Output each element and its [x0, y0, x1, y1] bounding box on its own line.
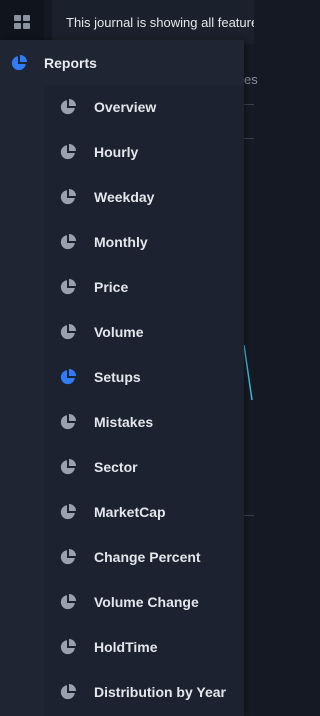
pie-chart-icon	[59, 593, 77, 611]
menu-item-change-percent[interactable]: Change Percent	[44, 535, 244, 580]
background-divider	[244, 515, 254, 516]
menu-item-label: Price	[94, 279, 129, 295]
menu-item-mistakes[interactable]: Mistakes	[44, 400, 244, 445]
menu-item-label: Volume	[94, 324, 144, 340]
menu-item-label: Volume Change	[94, 594, 199, 610]
journal-banner-text: This journal is showing all features	[66, 14, 254, 30]
background-text-fragment: es	[244, 72, 258, 87]
menu-item-setups[interactable]: Setups	[44, 355, 244, 400]
journal-banner: This journal is showing all features	[52, 0, 254, 44]
menu-item-volume-change[interactable]: Volume Change	[44, 580, 244, 625]
pie-chart-icon	[59, 143, 77, 161]
pie-chart-icon	[59, 323, 77, 341]
reports-menu-header[interactable]: Reports	[0, 40, 244, 85]
menu-item-label: Setups	[94, 369, 141, 385]
pie-chart-icon	[59, 188, 77, 206]
dashboard-rail-button[interactable]	[0, 0, 44, 44]
menu-item-distribution-by-year[interactable]: Distribution by Year	[44, 670, 244, 715]
background-divider	[244, 104, 254, 105]
menu-item-label: Sector	[94, 459, 138, 475]
menu-item-holdtime[interactable]: HoldTime	[44, 625, 244, 670]
menu-item-weekday[interactable]: Weekday	[44, 175, 244, 220]
menu-item-volume[interactable]: Volume	[44, 310, 244, 355]
menu-item-marketcap[interactable]: MarketCap	[44, 490, 244, 535]
pie-chart-icon	[59, 683, 77, 701]
pie-chart-icon	[59, 548, 77, 566]
pie-chart-icon	[59, 503, 77, 521]
menu-item-label: HoldTime	[94, 639, 158, 655]
reports-flyout-menu: Reports Overview Hourly Weekday Monthly Pric…	[0, 40, 244, 716]
menu-item-overview[interactable]: Overview	[44, 85, 244, 130]
pie-chart-icon	[59, 98, 77, 116]
menu-item-hourly[interactable]: Hourly	[44, 130, 244, 175]
menu-item-label: Weekday	[94, 189, 155, 205]
reports-menu-title: Reports	[44, 55, 97, 71]
menu-item-label: Overview	[94, 99, 157, 115]
menu-item-monthly[interactable]: Monthly	[44, 220, 244, 265]
menu-item-label: Change Percent	[94, 549, 201, 565]
menu-item-label: Distribution by Year	[94, 684, 226, 700]
pie-chart-icon	[59, 458, 77, 476]
menu-item-sector[interactable]: Sector	[44, 445, 244, 490]
pie-chart-icon	[10, 54, 28, 72]
pie-chart-icon	[59, 278, 77, 296]
menu-item-label: Mistakes	[94, 414, 154, 430]
pie-chart-icon	[59, 638, 77, 656]
menu-item-label: Hourly	[94, 144, 139, 160]
pie-chart-icon	[59, 368, 77, 386]
reports-menu-list: Overview Hourly Weekday Monthly Price Volume S…	[44, 85, 244, 716]
menu-item-label: MarketCap	[94, 504, 166, 520]
grid-icon	[14, 15, 30, 29]
pie-chart-icon	[59, 413, 77, 431]
background-divider	[244, 138, 254, 139]
menu-item-label: Monthly	[94, 234, 148, 250]
menu-item-price[interactable]: Price	[44, 265, 244, 310]
pie-chart-icon	[59, 233, 77, 251]
